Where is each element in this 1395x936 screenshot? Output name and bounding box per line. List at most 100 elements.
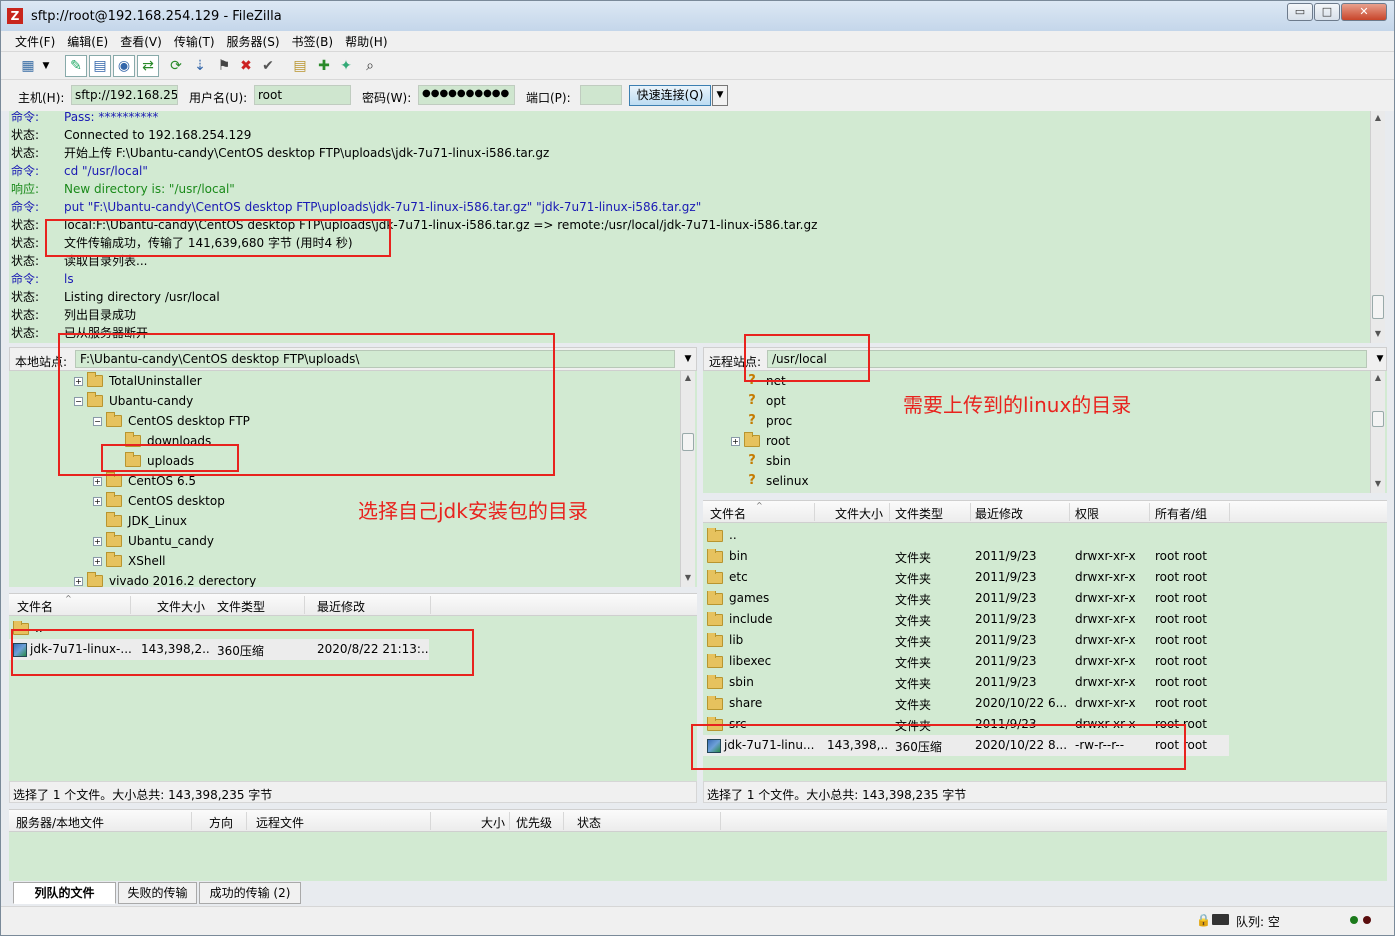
tree-item[interactable]: ? net xyxy=(731,371,785,391)
col-remote-file[interactable]: 远程文件 xyxy=(256,814,304,831)
tab-queued-files[interactable]: 列队的文件 xyxy=(13,882,116,904)
process-queue-icon[interactable]: ⇣ xyxy=(189,55,211,77)
tree-item[interactable]: + CentOS 6.5 xyxy=(93,471,196,491)
menu-server[interactable]: 服务器(S) xyxy=(221,33,286,50)
tree-item[interactable]: downloads xyxy=(112,431,211,451)
site-manager-icon[interactable]: ▦ xyxy=(17,55,39,77)
tree-item[interactable]: + root xyxy=(731,431,790,451)
col-modified[interactable]: 最近修改 xyxy=(975,505,1023,522)
col-owner[interactable]: 所有者/组 xyxy=(1155,505,1207,522)
remote-path-input[interactable]: /usr/local xyxy=(767,350,1367,368)
compare-icon[interactable]: ✦ xyxy=(335,55,357,77)
scroll-up-icon[interactable]: ▲ xyxy=(1371,371,1385,385)
file-row[interactable]: etc 文件夹 2011/9/23 drwxr-xr-x root root xyxy=(703,567,1229,588)
log-scrollbar[interactable]: ▲ ▼ xyxy=(1370,111,1385,343)
maximize-button[interactable]: □ xyxy=(1314,3,1340,21)
local-path-dropdown-icon[interactable]: ▼ xyxy=(680,351,696,367)
col-filesize[interactable]: 文件大小 xyxy=(157,598,205,615)
file-row[interactable]: lib 文件夹 2011/9/23 drwxr-xr-x root root xyxy=(703,630,1229,651)
disconnect-icon[interactable]: ✔ xyxy=(257,55,279,77)
scroll-down-icon[interactable]: ▼ xyxy=(1371,477,1385,491)
file-row[interactable]: .. xyxy=(9,618,429,639)
local-path-input[interactable]: F:\Ubantu-candy\CentOS desktop FTP\uploa… xyxy=(75,350,675,368)
minimize-button[interactable]: ▭ xyxy=(1287,3,1313,21)
filter-icon[interactable]: ▤ xyxy=(289,55,311,77)
remote-site-bar: 远程站点: /usr/local ▼ xyxy=(703,347,1387,371)
menu-edit[interactable]: 编辑(E) xyxy=(61,33,114,50)
col-permissions[interactable]: 权限 xyxy=(1075,505,1099,522)
password-input[interactable]: ●●●●●●●●●● xyxy=(418,85,515,105)
col-filename[interactable]: 文件名 xyxy=(17,598,53,615)
file-row[interactable]: .. xyxy=(703,525,1229,546)
file-row[interactable]: games 文件夹 2011/9/23 drwxr-xr-x root root xyxy=(703,588,1229,609)
menu-help[interactable]: 帮助(H) xyxy=(339,33,393,50)
col-direction[interactable]: 方向 xyxy=(209,814,233,831)
toggle-remote-tree-icon[interactable]: ◉ xyxy=(113,55,135,77)
tree-item[interactable]: ? sbin xyxy=(731,451,791,471)
col-modified[interactable]: 最近修改 xyxy=(317,598,365,615)
tab-failed-transfers[interactable]: 失败的传输 xyxy=(118,882,197,904)
log-line: 状态: local:F:\Ubantu-candy\CentOS desktop … xyxy=(11,218,818,232)
quickconnect-dropdown-icon[interactable]: ▼ xyxy=(712,85,728,106)
host-input[interactable]: sftp://192.168.254 xyxy=(71,85,178,105)
col-priority[interactable]: 优先级 xyxy=(516,814,552,831)
remote-path-dropdown-icon[interactable]: ▼ xyxy=(1372,351,1388,367)
local-tree-scroll-thumb[interactable] xyxy=(682,433,694,451)
menu-transfer[interactable]: 传输(T) xyxy=(168,33,221,50)
remote-tree-scrollbar[interactable]: ▲ ▼ xyxy=(1370,371,1385,493)
sync-browse-icon[interactable]: ✚ xyxy=(313,55,335,77)
site-manager-dropdown-icon[interactable]: ▼ xyxy=(39,55,53,77)
menu-file[interactable]: 文件(F) xyxy=(9,33,61,50)
quickconnect-button[interactable]: 快速连接(Q) xyxy=(629,85,711,106)
log-scroll-thumb[interactable] xyxy=(1372,295,1384,319)
file-row[interactable]: src 文件夹 2011/9/23 drwxr-xr-x root root xyxy=(703,714,1229,735)
col-filetype[interactable]: 文件类型 xyxy=(895,505,943,522)
local-tree-scrollbar[interactable]: ▲ ▼ xyxy=(680,371,695,587)
tree-item[interactable]: + CentOS desktop xyxy=(93,491,225,511)
scroll-up-icon[interactable]: ▲ xyxy=(681,371,695,385)
tree-item[interactable]: JDK_Linux xyxy=(93,511,187,531)
scroll-up-icon[interactable]: ▲ xyxy=(1371,111,1385,125)
local-list-header: 文件名 ^ 文件大小 文件类型 最近修改 xyxy=(9,594,697,616)
search-icon[interactable]: ⌕ xyxy=(359,55,381,77)
menu-view[interactable]: 查看(V) xyxy=(114,33,168,50)
file-row[interactable]: include 文件夹 2011/9/23 drwxr-xr-x root root xyxy=(703,609,1229,630)
tree-item[interactable]: − CentOS desktop FTP xyxy=(93,411,250,431)
file-row[interactable]: bin 文件夹 2011/9/23 drwxr-xr-x root root xyxy=(703,546,1229,567)
tree-item-selected[interactable]: uploads xyxy=(112,451,194,471)
file-row[interactable]: share 文件夹 2020/10/22 6... drwxr-xr-x root … xyxy=(703,693,1229,714)
menu-bookmarks[interactable]: 书签(B) xyxy=(286,33,340,50)
tree-item[interactable]: + TotalUninstaller xyxy=(74,371,202,391)
tree-item[interactable]: + vivado 2016.2 derectory xyxy=(74,571,256,587)
col-filename[interactable]: 文件名 xyxy=(710,505,746,522)
file-row-selected[interactable]: jdk-7u71-linu... 143,398,... 360压缩 2020/… xyxy=(703,735,1229,756)
file-row-selected[interactable]: jdk-7u71-linux-... 143,398,2... 360压缩 20… xyxy=(9,639,429,660)
close-button[interactable]: ✕ xyxy=(1341,3,1387,21)
scroll-down-icon[interactable]: ▼ xyxy=(1371,327,1385,341)
col-filesize[interactable]: 文件大小 xyxy=(835,505,883,522)
toggle-local-tree-icon[interactable]: ▤ xyxy=(89,55,111,77)
refresh-icon[interactable]: ⟳ xyxy=(165,55,187,77)
remote-tree-scroll-thumb[interactable] xyxy=(1372,411,1384,427)
tree-item[interactable]: ? selinux xyxy=(731,471,808,491)
port-input[interactable] xyxy=(580,85,622,105)
toggle-queue-icon[interactable]: ⇄ xyxy=(137,55,159,77)
col-status[interactable]: 状态 xyxy=(577,814,601,831)
tree-item[interactable]: + XShell xyxy=(93,551,166,571)
tree-item[interactable]: + Ubantu_candy xyxy=(93,531,214,551)
toggle-log-icon[interactable]: ✎ xyxy=(65,55,87,77)
flag-icon[interactable]: ⚑ xyxy=(213,55,235,77)
tab-successful-transfers[interactable]: 成功的传输 (2) xyxy=(199,882,301,904)
user-input[interactable]: root xyxy=(254,85,351,105)
file-row[interactable]: libexec 文件夹 2011/9/23 drwxr-xr-x root root xyxy=(703,651,1229,672)
col-filetype[interactable]: 文件类型 xyxy=(217,598,265,615)
col-size[interactable]: 大小 xyxy=(481,814,505,831)
col-server-local-file[interactable]: 服务器/本地文件 xyxy=(16,814,104,831)
cancel-icon[interactable]: ✖ xyxy=(235,55,257,77)
tree-item[interactable]: − Ubantu-candy xyxy=(74,391,193,411)
filezilla-app-icon: Z xyxy=(7,8,23,24)
file-row[interactable]: sbin 文件夹 2011/9/23 drwxr-xr-x root root xyxy=(703,672,1229,693)
tree-item[interactable]: ? opt xyxy=(731,391,785,411)
scroll-down-icon[interactable]: ▼ xyxy=(681,571,695,585)
tree-item[interactable]: ? proc xyxy=(731,411,792,431)
